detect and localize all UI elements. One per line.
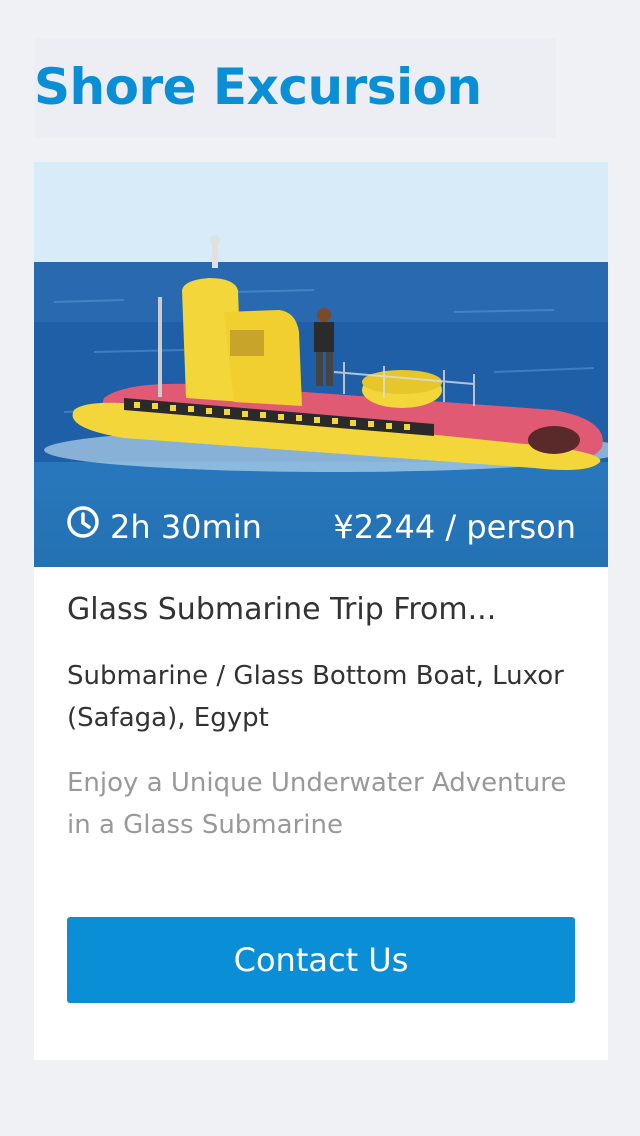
contact-us-button[interactable]: Contact Us [67,917,575,1003]
page: Shore Excursion 2h 30min ¥2244 / person … [0,0,640,1136]
trip-title[interactable]: Glass Submarine Trip From... [67,592,577,627]
duration-text: 2h 30min [110,508,262,546]
excursion-card[interactable]: 2h 30min ¥2244 / person Glass Submarine … [34,162,608,1060]
duration-badge: 2h 30min [66,505,262,549]
price-text: ¥2244 / person [333,508,576,546]
trip-category: Submarine / Glass Bottom Boat, Luxor (Sa… [67,661,564,733]
excursion-image[interactable]: 2h 30min ¥2244 / person [34,162,608,567]
page-title: Shore Excursion [34,58,482,116]
trip-description: Enjoy a Unique Underwater Adventure in a… [67,768,567,840]
clock-icon [66,506,100,544]
